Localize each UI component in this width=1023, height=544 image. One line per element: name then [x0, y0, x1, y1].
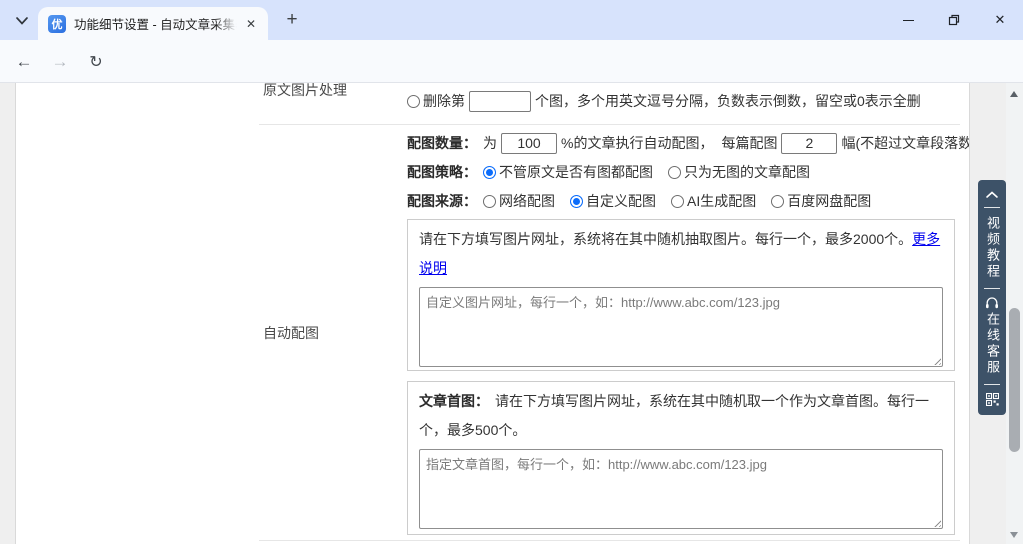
scrollbar-up-arrow-icon[interactable] [1010, 91, 1018, 97]
delete-nth-suffix: 个图，多个用英文逗号分隔，负数表示倒数，留空或0表示全删 [535, 91, 921, 111]
panel-divider [984, 384, 1000, 385]
scrollbar-thumb[interactable] [1009, 308, 1020, 452]
quantity-field-label: 配图数量： [407, 133, 477, 153]
panel-divider [984, 207, 1000, 208]
first-image-textarea-wrap [419, 449, 943, 529]
quantity-text-3: 每篇配图 [721, 133, 777, 153]
source-field-label: 配图来源： [407, 191, 477, 211]
strategy-option-label: 不管原文是否有图都配图 [499, 162, 653, 182]
tab-title: 功能细节设置 - 自动文章采集器 [74, 14, 242, 33]
original-image-option-line: 删除第 个图，多个用英文逗号分隔，负数表示倒数，留空或0表示全删 [407, 89, 921, 113]
custom-image-instruction: 请在下方填写图片网址，系统将在其中随机抽取图片。每行一个，最多2000个。更多说… [419, 225, 943, 283]
source-option-web[interactable]: 网络配图 [483, 191, 555, 211]
first-image-instruction: 文章首图：请在下方填写图片网址，系统在其中随机取一个作为文章首图。每行一个，最多… [419, 387, 943, 445]
tab-strip: 优 功能细节设置 - 自动文章采集器 ✕ + ✕ [0, 0, 1023, 40]
row-divider [259, 124, 960, 125]
source-option-label: 百度网盘配图 [787, 191, 871, 211]
browser-tab[interactable]: 优 功能细节设置 - 自动文章采集器 ✕ [38, 7, 268, 40]
close-window-button[interactable]: ✕ [977, 0, 1023, 40]
source-option-label: AI生成配图 [687, 191, 756, 211]
radio-unchecked-icon[interactable] [668, 166, 681, 179]
new-tab-button[interactable]: + [280, 8, 304, 32]
tab-close-icon[interactable]: ✕ [242, 15, 260, 33]
image-quantity-line: 配图数量： 为 %的文章执行自动配图， 每篇配图 幅(不超过文章段落数) [407, 131, 970, 155]
online-service-link[interactable]: 在线客服 [978, 312, 1006, 376]
tab-search-chevron-icon[interactable] [14, 14, 30, 26]
forward-button[interactable]: → [44, 40, 76, 83]
restore-icon [948, 14, 960, 26]
first-image-box: 文章首图：请在下方填写图片网址，系统在其中随机取一个作为文章首图。每行一个，最多… [407, 381, 955, 535]
radio-unchecked-icon[interactable] [671, 195, 684, 208]
custom-image-box: 请在下方填写图片网址，系统将在其中随机抽取图片。每行一个，最多2000个。更多说… [407, 219, 955, 371]
restore-button[interactable] [931, 0, 977, 40]
row-label-auto-image: 自动配图 [263, 323, 319, 343]
quantity-text-4: 幅(不超过文章段落数) [841, 133, 970, 153]
browser-toolbar: ← → ↻ ucaiyun.com/caiji/settings/ ☆ 井 ⋮ [0, 40, 1023, 83]
floating-side-panel: 视频教程 在线客服 [978, 180, 1006, 415]
first-image-instruction-text: 请在下方填写图片网址，系统在其中随机取一个作为文章首图。每行一个，最多500个。 [419, 393, 929, 438]
source-option-custom[interactable]: 自定义配图 [570, 191, 656, 211]
custom-image-instruction-text: 请在下方填写图片网址，系统将在其中随机抽取图片。每行一个，最多2000个。 [419, 231, 912, 247]
strategy-option-label: 只为无图的文章配图 [684, 162, 810, 182]
source-option-ai[interactable]: AI生成配图 [671, 191, 756, 211]
radio-unchecked-icon[interactable] [483, 195, 496, 208]
video-tutorial-link[interactable]: 视频教程 [978, 216, 1006, 280]
headset-icon[interactable] [985, 297, 999, 310]
scrollbar-down-arrow-icon[interactable] [1010, 532, 1018, 538]
strategy-option-always[interactable]: 不管原文是否有图都配图 [483, 162, 653, 182]
reload-button[interactable]: ↻ [80, 40, 112, 83]
strategy-field-label: 配图策略： [407, 162, 477, 182]
panel-divider [984, 288, 1000, 289]
image-strategy-line: 配图策略： 不管原文是否有图都配图 只为无图的文章配图 [407, 160, 825, 184]
source-option-baidu-pan[interactable]: 百度网盘配图 [771, 191, 871, 211]
page-background: 原文图片处理 删除第 个图，多个用英文逗号分隔，负数表示倒数，留空或0表示全删 … [0, 83, 1023, 544]
custom-image-textarea-wrap [419, 287, 943, 367]
count-input[interactable] [781, 133, 837, 154]
row-divider [259, 540, 960, 541]
minimize-button[interactable] [885, 0, 931, 40]
row-label-original-image: 原文图片处理 [263, 83, 347, 100]
vertical-scrollbar[interactable] [1006, 83, 1023, 544]
delete-nth-prefix: 删除第 [423, 91, 465, 111]
close-window-icon: ✕ [995, 12, 1006, 28]
strategy-option-no-image-only[interactable]: 只为无图的文章配图 [668, 162, 810, 182]
radio-unchecked-icon[interactable] [771, 195, 784, 208]
first-image-field-label: 文章首图： [419, 393, 489, 409]
settings-form: 原文图片处理 删除第 个图，多个用英文逗号分隔，负数表示倒数，留空或0表示全删 … [15, 83, 970, 544]
delete-nth-input[interactable] [469, 91, 531, 112]
qr-code-icon[interactable] [986, 393, 999, 406]
browser-window: 优 功能细节设置 - 自动文章采集器 ✕ + ✕ ← → ↻ [0, 0, 1023, 544]
image-source-line: 配图来源： 网络配图 自定义配图 AI生成配图 百度网盘配图 [407, 189, 886, 213]
radio-checked-icon[interactable] [570, 195, 583, 208]
minimize-icon [903, 20, 914, 21]
percent-input[interactable] [501, 133, 557, 154]
radio-checked-icon[interactable] [483, 166, 496, 179]
back-button[interactable]: ← [8, 40, 40, 83]
first-image-textarea[interactable] [419, 449, 943, 529]
source-option-label: 网络配图 [499, 191, 555, 211]
site-favicon: 优 [48, 15, 66, 33]
source-option-label: 自定义配图 [586, 191, 656, 211]
custom-image-textarea[interactable] [419, 287, 943, 367]
delete-nth-radio[interactable] [407, 95, 420, 108]
quantity-text-2: %的文章执行自动配图， [561, 133, 713, 153]
quantity-text-1: 为 [483, 133, 497, 153]
window-controls: ✕ [885, 0, 1023, 40]
scroll-top-chevron-icon[interactable] [985, 190, 999, 199]
